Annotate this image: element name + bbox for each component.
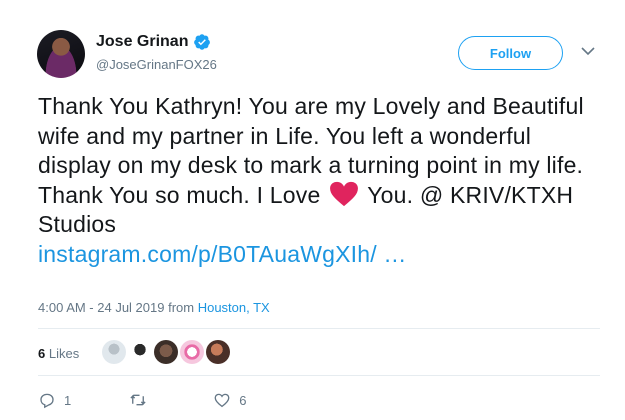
verified-badge-icon	[194, 34, 211, 50]
like-heart-icon	[214, 393, 230, 408]
liker-avatar[interactable]	[128, 340, 152, 364]
like-count: 6	[239, 392, 247, 408]
retweet-action[interactable]	[129, 391, 155, 409]
divider	[38, 328, 600, 329]
liker-avatar[interactable]	[154, 340, 178, 364]
likes-count[interactable]: 6 Likes	[38, 346, 79, 361]
like-action[interactable]: 6	[213, 391, 246, 409]
tweet-timestamp[interactable]: 4:00 AM - 24 Jul 2019 from	[38, 300, 198, 315]
retweet-icon	[130, 394, 146, 406]
author-handle[interactable]: @JoseGrinanFOX26	[96, 57, 217, 72]
tweet-meta: 4:00 AM - 24 Jul 2019 from Houston, TX	[38, 300, 270, 315]
reply-count: 1	[64, 392, 72, 408]
author-avatar[interactable]	[37, 30, 85, 78]
tweet-actions: 1 6	[38, 391, 304, 409]
liker-avatar[interactable]	[180, 340, 204, 364]
likers-avatars	[102, 340, 232, 364]
author-display-name[interactable]: Jose Grinan	[96, 33, 188, 51]
red-heart-emoji-icon	[330, 181, 358, 206]
tweet-text: Thank You Kathryn! You are my Lovely and…	[38, 92, 608, 269]
reply-action[interactable]: 1	[38, 391, 71, 409]
tweet-link[interactable]: instagram.com/p/B0TAuaWgXIh/ …	[38, 241, 407, 267]
author-name-row: Jose Grinan	[96, 33, 211, 51]
likes-label: Likes	[45, 346, 80, 361]
chevron-down-icon[interactable]	[580, 45, 596, 57]
reply-icon	[40, 393, 54, 409]
tweet-location[interactable]: Houston, TX	[198, 300, 270, 315]
divider	[38, 375, 600, 376]
liker-avatar[interactable]	[206, 340, 230, 364]
follow-button[interactable]: Follow	[458, 36, 563, 70]
liker-avatar[interactable]	[102, 340, 126, 364]
